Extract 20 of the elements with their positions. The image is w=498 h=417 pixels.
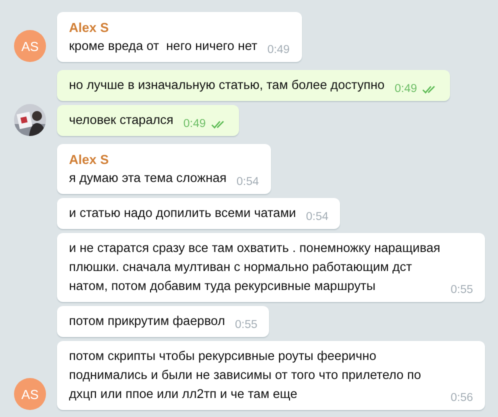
sender-name[interactable]: Alex S <box>69 150 259 169</box>
message-time: 0:55 <box>234 318 258 332</box>
message-text: кроме вреда от него ничего нет <box>69 38 258 55</box>
message-time: 0:49 <box>183 117 206 131</box>
avatar[interactable]: AS <box>14 378 46 410</box>
message-time: 0:49 <box>267 43 290 57</box>
avatar[interactable]: AS <box>14 30 46 62</box>
message-time: 0:56 <box>450 391 473 405</box>
message-text: потом прикрутим фаервол <box>69 313 225 330</box>
message-text: но лучше в изначальную статью, там более доступно <box>69 77 385 94</box>
message-text: я думаю эта тема сложная <box>69 170 227 187</box>
sender-name[interactable]: Alex S <box>69 18 290 37</box>
message-time: 0:55 <box>450 283 473 297</box>
message-time: 0:54 <box>236 175 259 189</box>
message-time: 0:49 <box>394 82 417 96</box>
message-text: и статью надо допилить всеми чатами <box>69 205 296 222</box>
message-text: потом скрипты чтобы рекурсивные роуты феерично поднимались и были не зависимы от того что прилетело по дхцп или ппое или лл2тп и че там еще <box>69 348 422 403</box>
message-text: и не старатся сразу все там охватить . понемножку наращивая плюшки. сначала мултиван с нормально работающим дст натом, потом добавим туда рекурсивные маршруты <box>69 240 441 295</box>
message-text: человек старался <box>69 112 174 129</box>
message-time: 0:54 <box>306 210 328 224</box>
